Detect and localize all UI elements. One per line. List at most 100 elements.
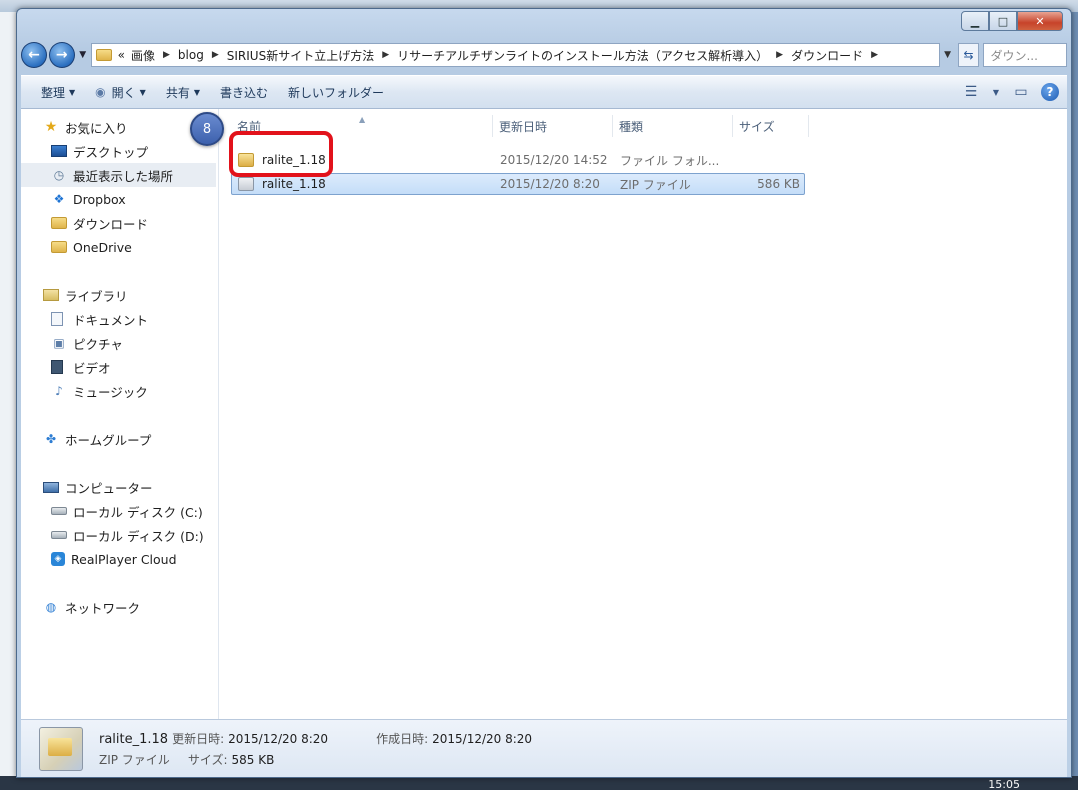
nav-item-music[interactable]: ♪ ミュージック: [21, 379, 218, 403]
refresh-button[interactable]: ⇆: [957, 43, 980, 67]
breadcrumb-item[interactable]: ダウンロード: [791, 47, 863, 64]
organize-label: 整理: [41, 85, 66, 100]
file-type-value: ZIP ファイル: [99, 752, 170, 767]
share-label: 共有: [165, 85, 190, 100]
nav-item-realplayer-cloud[interactable]: ◈ RealPlayer Cloud: [21, 547, 218, 571]
nav-item-disk-d[interactable]: ローカル ディスク (D:): [21, 523, 218, 547]
file-date: 2015/12/20 14:52: [500, 153, 608, 167]
nav-item-videos[interactable]: ビデオ: [21, 355, 218, 379]
nav-item-dropbox[interactable]: ❖ Dropbox: [21, 187, 218, 211]
command-bar: 整理 ▼ ◉ 開く ▼ 共有 ▼ 書き込む 新しいフォルダー ☰ ▼ ▭ ?: [21, 75, 1067, 109]
open-label: 開く: [111, 85, 136, 100]
chevron-right-icon[interactable]: ▶: [212, 50, 219, 60]
nav-item-favorites[interactable]: ★ お気に入り: [21, 115, 218, 139]
column-header-type[interactable]: 種類: [613, 115, 733, 137]
size-label: サイズ:: [187, 752, 228, 767]
documents-icon: [51, 312, 63, 326]
main-content: ★ お気に入り デスクトップ ◷ 最近表示した場所 ❖ Dropbox ダウンロ…: [21, 109, 1067, 719]
dropbox-icon: ❖: [53, 192, 65, 206]
downloads-folder-icon: [51, 217, 67, 229]
recent-pages-dropdown[interactable]: ▼: [77, 50, 89, 60]
nav-label: ミュージック: [73, 384, 148, 400]
details-row: 作成日時: 2015/12/20 8:20: [376, 730, 532, 747]
breadcrumb-item[interactable]: 画像: [131, 47, 155, 64]
homegroup-icon: ✤: [45, 432, 57, 446]
details-pane: ralite_1.18 更新日時: 2015/12/20 8:20 作成日時: …: [21, 719, 1067, 777]
nav-label: ネットワーク: [65, 600, 141, 616]
details-grid: ralite_1.18 更新日時: 2015/12/20 8:20 作成日時: …: [99, 730, 540, 768]
nav-item-pictures[interactable]: ▣ ピクチャ: [21, 331, 218, 355]
chevron-right-icon[interactable]: ▶: [163, 50, 170, 60]
folder-icon: [95, 49, 112, 61]
address-history-dropdown[interactable]: ▼: [940, 50, 956, 60]
caption-buttons: ▁ □ ✕: [961, 11, 1063, 31]
taskbar: [0, 776, 1078, 790]
computer-icon: [43, 481, 59, 493]
forward-button[interactable]: →: [48, 42, 75, 68]
help-icon[interactable]: ?: [1041, 83, 1059, 101]
file-name: ralite_1.18: [262, 177, 326, 191]
nav-item-disk-c[interactable]: ローカル ディスク (C:): [21, 499, 218, 523]
view-details-icon[interactable]: ☰: [959, 81, 983, 103]
share-menu[interactable]: 共有 ▼: [156, 79, 210, 105]
file-date: 2015/12/20 8:20: [500, 177, 600, 191]
breadcrumb-item[interactable]: リサーチアルチザンライトのインストール方法（アクセス解析導入）: [397, 47, 768, 64]
nav-label: RealPlayer Cloud: [71, 551, 177, 567]
modified-value[interactable]: 2015/12/20 8:20: [228, 732, 328, 746]
nav-item-desktop[interactable]: デスクトップ: [21, 139, 218, 163]
chevron-right-icon[interactable]: ▶: [382, 50, 389, 60]
chevron-down-icon[interactable]: ▼: [991, 81, 1001, 103]
maximize-button[interactable]: □: [989, 11, 1017, 31]
address-bar[interactable]: « 画像 ▶ blog ▶ SIRIUS新サイト立上げ方法 ▶ リサーチアルチザ…: [90, 43, 940, 67]
breadcrumb-item[interactable]: SIRIUS新サイト立上げ方法: [227, 47, 374, 64]
chevron-down-icon: ▼: [139, 87, 146, 97]
nav-label: ローカル ディスク (D:): [73, 528, 204, 544]
search-input[interactable]: ダウン...: [983, 43, 1067, 67]
chevron-right-icon[interactable]: ▶: [871, 50, 878, 60]
nav-item-onedrive[interactable]: OneDrive: [21, 235, 218, 259]
chevron-right-icon[interactable]: ▶: [776, 50, 783, 60]
nav-item-downloads[interactable]: ダウンロード: [21, 211, 218, 235]
nav-label: ホームグループ: [65, 432, 152, 448]
annotation-highlight-box: [229, 131, 333, 177]
nav-label: ビデオ: [73, 360, 111, 376]
file-type: ZIP ファイル: [620, 177, 691, 192]
nav-item-documents[interactable]: ドキュメント: [21, 307, 218, 331]
chevron-down-icon: ▼: [69, 87, 76, 97]
local-disk-icon: [51, 531, 67, 539]
back-button[interactable]: ←: [21, 42, 47, 68]
nav-item-network[interactable]: ◍ ネットワーク: [21, 595, 218, 619]
videos-icon: [51, 360, 63, 374]
column-header-date[interactable]: 更新日時: [493, 115, 613, 137]
nav-label: デスクトップ: [73, 144, 149, 160]
column-header-size[interactable]: サイズ: [733, 115, 809, 137]
nav-item-libraries[interactable]: ライブラリ: [21, 283, 218, 307]
breadcrumb-overflow[interactable]: «: [118, 48, 125, 62]
breadcrumb-item[interactable]: blog: [178, 48, 204, 62]
step-number-badge: 8: [190, 112, 224, 146]
onedrive-icon: [51, 241, 67, 253]
nav-item-recent-places[interactable]: ◷ 最近表示した場所: [21, 163, 216, 187]
details-file-name: ralite_1.18: [99, 731, 169, 747]
nav-label: ピクチャ: [73, 336, 123, 352]
pictures-icon: ▣: [53, 336, 65, 350]
file-list-pane: ▲ 名前 更新日時 種類 サイズ ralite_1.18 2015/12/20 …: [219, 109, 1067, 719]
organize-menu[interactable]: 整理 ▼: [31, 79, 85, 105]
desktop-icon: [51, 145, 67, 157]
burn-button[interactable]: 書き込む: [210, 79, 278, 105]
nav-item-computer[interactable]: コンピューター: [21, 475, 218, 499]
zip-icon: [238, 177, 254, 191]
navigation-pane: ★ お気に入り デスクトップ ◷ 最近表示した場所 ❖ Dropbox ダウンロ…: [21, 109, 219, 719]
nav-item-homegroup[interactable]: ✤ ホームグループ: [21, 427, 218, 451]
minimize-button[interactable]: ▁: [961, 11, 989, 31]
preview-pane-icon[interactable]: ▭: [1009, 81, 1033, 103]
new-folder-button[interactable]: 新しいフォルダー: [278, 79, 394, 105]
taskbar-clock[interactable]: 15:05: [988, 778, 1020, 790]
open-menu[interactable]: ◉ 開く ▼: [85, 79, 156, 105]
created-value[interactable]: 2015/12/20 8:20: [432, 732, 532, 746]
close-button[interactable]: ✕: [1017, 11, 1063, 31]
size-value[interactable]: 585 KB: [232, 753, 275, 767]
